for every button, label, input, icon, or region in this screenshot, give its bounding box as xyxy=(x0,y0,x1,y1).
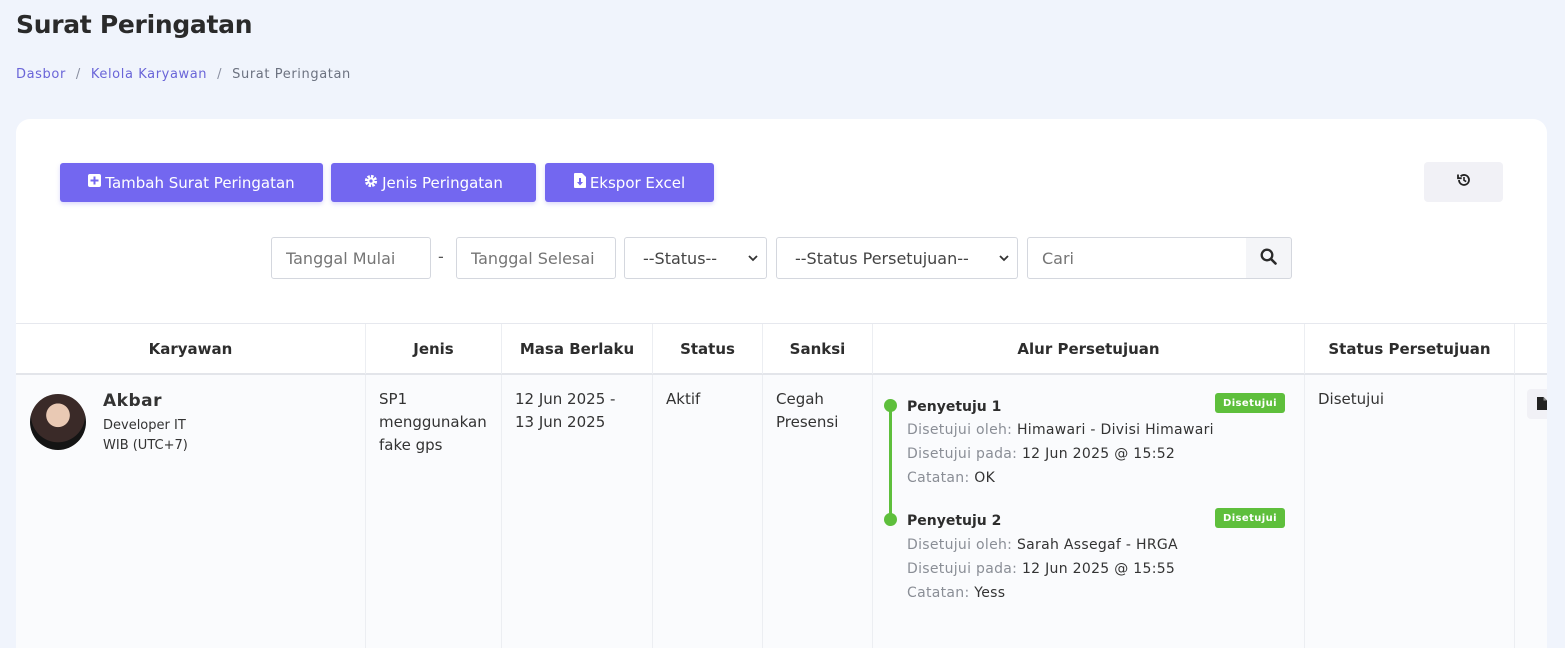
approver-2-title: Penyetuju 2 xyxy=(907,513,1002,529)
header-status: Status xyxy=(653,324,763,374)
note-label: Catatan: xyxy=(907,470,970,486)
end-date-input[interactable] xyxy=(456,237,616,279)
header-jenis: Jenis xyxy=(366,324,502,374)
approved-at-value: 12 Jun 2025 @ 15:55 xyxy=(1021,561,1176,577)
avatar xyxy=(30,394,86,450)
approver-1-badge: Disetujui xyxy=(1215,393,1285,413)
cell-validity: 12 Jun 2025 - 13 Jun 2025 xyxy=(502,375,653,648)
header-sanksi: Sanksi xyxy=(763,324,873,374)
header-alur-persetujuan: Alur Persetujuan xyxy=(873,324,1305,374)
approval-status-select[interactable]: --Status Persetujuan-- xyxy=(776,237,1018,279)
approver-1-approved-by: Disetujui oleh: Himawari - Divisi Himawa… xyxy=(907,419,1214,442)
breadcrumb-separator: / xyxy=(75,67,81,82)
date-range-separator: - xyxy=(438,247,444,266)
file-download-icon xyxy=(573,173,586,192)
search-icon xyxy=(1260,248,1277,269)
add-warning-letter-label: Tambah Surat Peringatan xyxy=(105,173,295,192)
history-icon xyxy=(1456,172,1472,192)
warning-letters-table: Karyawan Jenis Masa Berlaku Status Sanks… xyxy=(16,323,1547,648)
approver-2-approved-by: Disetujui oleh: Sarah Assegaf - HRGA xyxy=(907,534,1178,557)
cell-type: SP1 menggunakan fake gps xyxy=(366,375,502,648)
table-row: Akbar Developer IT WIB (UTC+7) SP1 mengg… xyxy=(16,375,1547,648)
approver-2-note: Catatan: Yess xyxy=(907,582,1005,605)
timeline-dot xyxy=(884,399,897,412)
note-value: OK xyxy=(974,470,996,486)
breadcrumb-kelola-karyawan[interactable]: Kelola Karyawan xyxy=(91,67,207,82)
cell-sanction: Cegah Presensi xyxy=(763,375,873,648)
timeline-dot xyxy=(884,513,897,526)
start-date-input[interactable] xyxy=(271,237,431,279)
content-card: Tambah Surat Peringatan Jenis Peringatan… xyxy=(16,119,1547,648)
approval-status-value: Disetujui xyxy=(1318,390,1384,408)
approver-1-approved-at: Disetujui pada: 12 Jun 2025 @ 15:52 xyxy=(907,443,1175,466)
add-warning-letter-button[interactable]: Tambah Surat Peringatan xyxy=(60,163,323,202)
search-input[interactable] xyxy=(1027,237,1247,279)
breadcrumb-separator: / xyxy=(217,67,223,82)
breadcrumb: Dasbor / Kelola Karyawan / Surat Peringa… xyxy=(16,67,351,82)
approved-by-label: Disetujui oleh: xyxy=(907,422,1013,438)
cell-status: Aktif xyxy=(653,375,763,648)
search-button[interactable] xyxy=(1246,237,1292,279)
warning-type: SP1 menggunakan fake gps xyxy=(379,390,487,454)
approved-at-value: 12 Jun 2025 @ 15:52 xyxy=(1021,446,1176,462)
note-label: Catatan: xyxy=(907,585,970,601)
employee-name[interactable]: Akbar xyxy=(103,390,162,413)
breadcrumb-current: Surat Peringatan xyxy=(232,67,351,82)
approved-by-value: Sarah Assegaf - HRGA xyxy=(1016,537,1178,553)
cell-approval-status: Disetujui xyxy=(1305,375,1515,648)
approved-by-value: Himawari - Divisi Himawari xyxy=(1016,422,1214,438)
plus-square-icon xyxy=(88,174,102,191)
approval-status-select-value: --Status Persetujuan-- xyxy=(795,248,969,268)
table-header: Karyawan Jenis Masa Berlaku Status Sanks… xyxy=(16,323,1547,375)
warning-types-label: Jenis Peringatan xyxy=(382,173,503,192)
note-value: Yess xyxy=(974,585,1006,601)
history-button[interactable] xyxy=(1424,162,1503,202)
approver-1-note: Catatan: OK xyxy=(907,467,995,490)
gear-icon xyxy=(364,174,378,192)
status-select-value: --Status-- xyxy=(643,248,718,268)
header-status-persetujuan: Status Persetujuan xyxy=(1305,324,1515,374)
export-excel-label: Ekspor Excel xyxy=(589,173,686,192)
approved-at-label: Disetujui pada: xyxy=(907,446,1018,462)
approved-at-label: Disetujui pada: xyxy=(907,561,1018,577)
header-masa-berlaku: Masa Berlaku xyxy=(502,324,653,374)
employee-timezone: WIB (UTC+7) xyxy=(103,438,188,453)
approver-2-approved-at: Disetujui pada: 12 Jun 2025 @ 15:55 xyxy=(907,558,1175,581)
status-select[interactable]: --Status-- xyxy=(624,237,767,279)
approver-2-badge: Disetujui xyxy=(1215,508,1285,528)
cell-approval-flow: Penyetuju 1 Disetujui Disetujui oleh: Hi… xyxy=(873,375,1305,648)
validity-period: 12 Jun 2025 - 13 Jun 2025 xyxy=(515,390,616,431)
sanction-value: Cegah Presensi xyxy=(776,390,839,431)
chevron-down-icon xyxy=(999,252,1009,265)
header-karyawan: Karyawan xyxy=(16,324,366,374)
timeline-line xyxy=(889,406,892,520)
breadcrumb-dasbor[interactable]: Dasbor xyxy=(16,67,66,82)
cell-employee: Akbar Developer IT WIB (UTC+7) xyxy=(16,375,366,648)
approver-1-title: Penyetuju 1 xyxy=(907,399,1002,415)
chevron-down-icon xyxy=(748,252,758,265)
warning-types-button[interactable]: Jenis Peringatan xyxy=(331,163,536,202)
status-value: Aktif xyxy=(666,390,701,408)
export-excel-button[interactable]: Ekspor Excel xyxy=(545,163,714,202)
approved-by-label: Disetujui oleh: xyxy=(907,537,1013,553)
page-title: Surat Peringatan xyxy=(16,10,253,39)
document-button[interactable] xyxy=(1527,389,1547,419)
document-icon xyxy=(1537,395,1547,414)
